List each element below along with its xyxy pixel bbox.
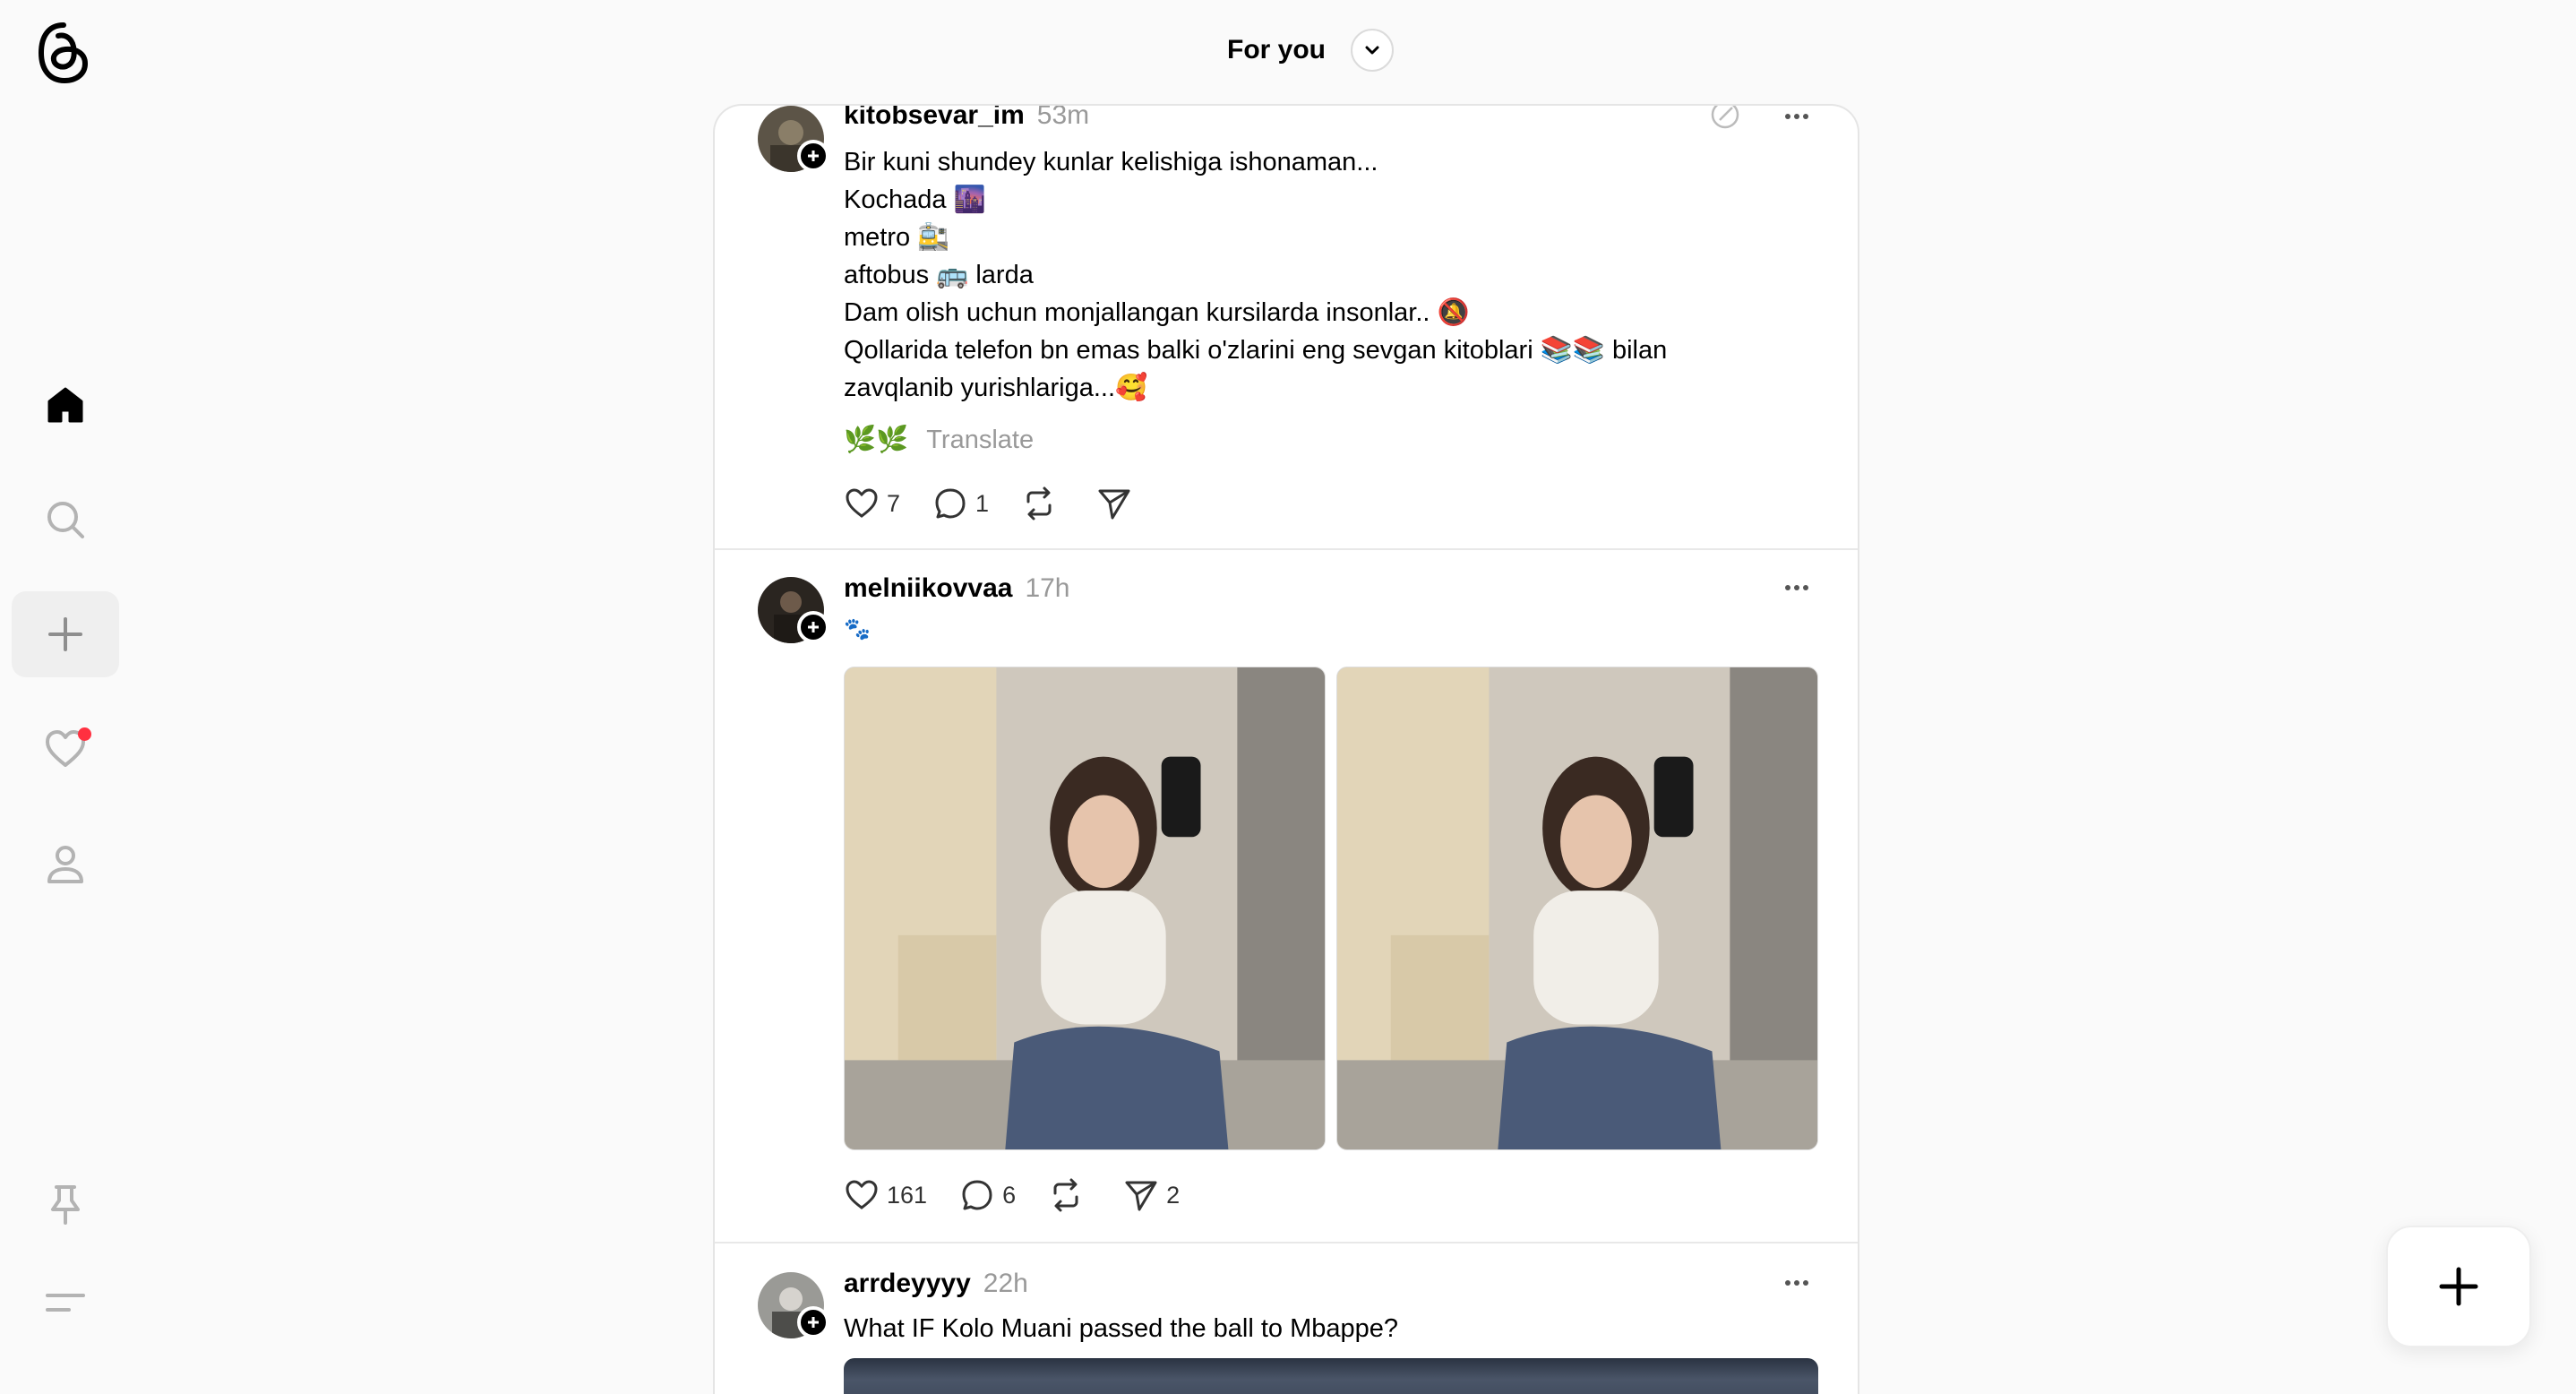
repost-icon — [1053, 1178, 1078, 1212]
post[interactable]: kitobsevar_im 53m Bir kuni shundey kunlar… — [715, 106, 1858, 550]
heart-icon — [846, 1180, 878, 1209]
reply-button[interactable]: 6 — [959, 1177, 1016, 1213]
share-button[interactable]: 2 — [1123, 1177, 1180, 1213]
sidebar-item-pinned[interactable] — [12, 1161, 119, 1247]
repost-icon — [1026, 486, 1052, 521]
reply-button[interactable]: 1 — [932, 486, 989, 521]
post-text: What IF Kolo Muani passed the ball to Mb… — [844, 1314, 1399, 1343]
comment-icon — [962, 1180, 992, 1210]
notification-dot — [78, 727, 91, 741]
post-username[interactable]: arrdeyyyy — [844, 1269, 971, 1298]
pin-icon — [51, 1185, 80, 1225]
home-icon — [47, 387, 83, 423]
repost-button[interactable] — [1021, 486, 1064, 521]
feed-header: For you — [0, 0, 2576, 100]
post-text: 🐾 — [844, 617, 871, 641]
send-icon — [1098, 489, 1130, 520]
heart-icon — [846, 488, 878, 518]
menu-icon — [46, 1294, 85, 1312]
plus-icon — [48, 617, 82, 651]
post-text: Bir kuni shundey kunlar kelishiga ishona… — [844, 148, 1668, 402]
sidebar-item-menu[interactable] — [12, 1260, 119, 1346]
more-icon[interactable] — [1779, 104, 1815, 134]
comment-icon — [935, 488, 966, 519]
sidebar-item-search[interactable] — [12, 477, 119, 563]
sidebar-item-home[interactable] — [12, 362, 119, 448]
post-image[interactable] — [1336, 667, 1818, 1150]
plus-icon — [808, 622, 819, 632]
more-icon[interactable] — [1779, 570, 1815, 606]
post-username[interactable]: melniikovvaa — [844, 573, 1012, 603]
follow-button[interactable] — [797, 611, 829, 643]
sidebar-item-profile[interactable] — [12, 821, 119, 907]
plus-icon — [808, 1317, 819, 1328]
feed-switch-button[interactable] — [1351, 29, 1394, 72]
post-time: 53m — [1036, 104, 1090, 130]
feed-column: kitobsevar_im 53m Bir kuni shundey kunlar… — [713, 104, 1859, 1394]
repost-button[interactable] — [1048, 1177, 1091, 1213]
follow-button[interactable] — [797, 140, 829, 172]
post-time: 17h — [1025, 573, 1070, 603]
more-icon[interactable] — [1779, 1265, 1815, 1301]
quote-icon[interactable] — [1709, 104, 1741, 131]
like-count: 161 — [887, 1181, 928, 1209]
follow-button[interactable] — [797, 1306, 829, 1338]
translate-link[interactable]: Translate — [926, 426, 1034, 454]
share-button[interactable] — [1096, 486, 1139, 521]
chevron-down-icon — [1365, 46, 1379, 55]
compose-button[interactable] — [2386, 1226, 2531, 1347]
sidebar-item-activity[interactable] — [12, 706, 119, 792]
reply-count: 1 — [975, 489, 990, 517]
like-button[interactable]: 7 — [844, 486, 900, 521]
reply-count: 6 — [1002, 1181, 1017, 1209]
person-icon — [47, 846, 83, 883]
feed-title: For you — [1227, 35, 1326, 65]
post-emoji: 🌿🌿 — [844, 426, 909, 454]
post-image[interactable] — [844, 1358, 1818, 1394]
plus-icon — [2439, 1267, 2478, 1306]
plus-icon — [808, 151, 819, 161]
like-count: 7 — [887, 489, 901, 517]
share-count: 2 — [1166, 1181, 1181, 1209]
post-username[interactable]: kitobsevar_im — [844, 106, 1025, 130]
sidebar-item-create[interactable] — [12, 591, 119, 677]
post-image[interactable] — [844, 667, 1326, 1150]
like-button[interactable]: 161 — [844, 1177, 927, 1213]
post-time: 22h — [983, 1269, 1028, 1298]
send-icon — [1125, 1181, 1157, 1211]
sidebar — [0, 0, 134, 1390]
search-icon — [47, 502, 84, 538]
